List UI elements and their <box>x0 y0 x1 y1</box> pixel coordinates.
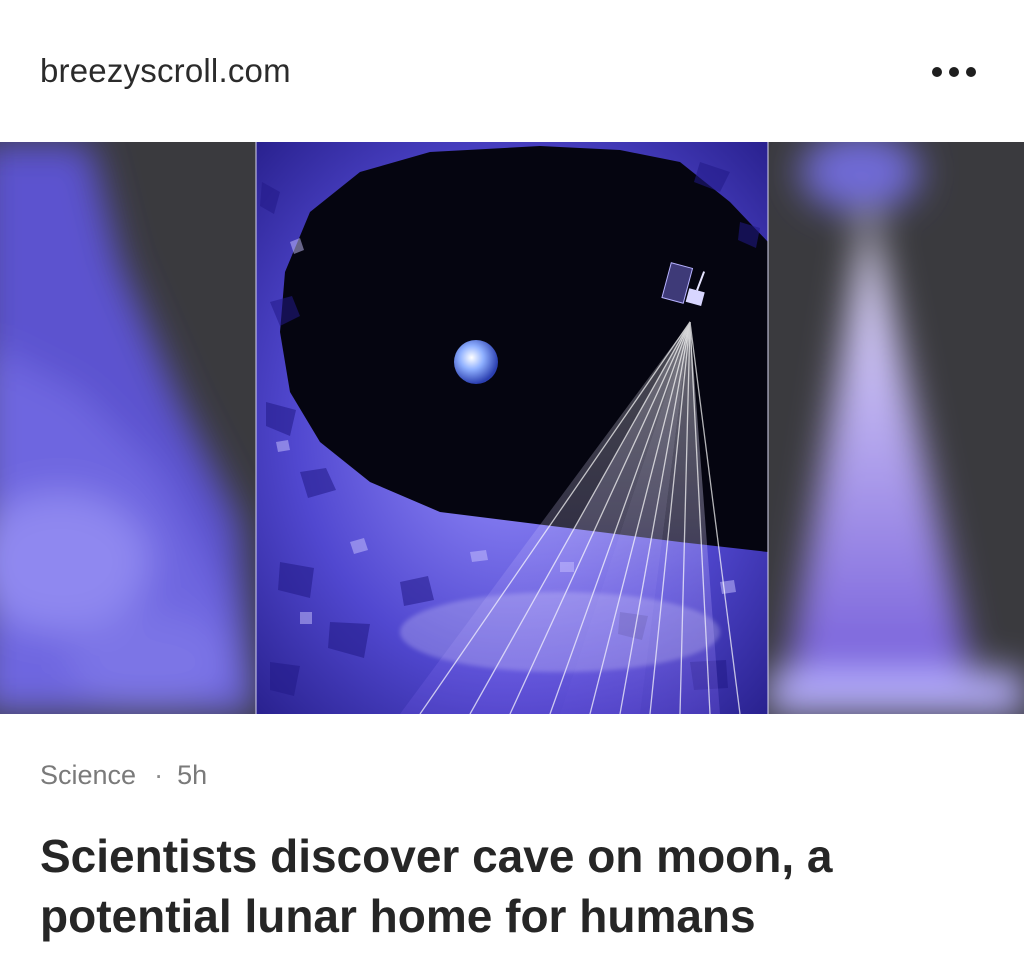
source-domain[interactable]: breezyscroll.com <box>40 52 291 90</box>
more-options-button[interactable] <box>922 52 986 92</box>
more-horizontal-icon <box>932 67 976 77</box>
article-age: 5h <box>177 760 208 790</box>
article-meta: Science · 5h <box>40 760 207 791</box>
news-card[interactable]: breezyscroll.com Science · 5h Scientists… <box>0 0 1024 973</box>
hero-image[interactable] <box>0 142 1024 714</box>
moon-cave-illustration <box>0 142 1024 714</box>
article-headline[interactable]: Scientists discover cave on moon, a pote… <box>40 826 990 946</box>
card-header: breezyscroll.com <box>0 0 1024 142</box>
category-label[interactable]: Science <box>40 760 136 791</box>
meta-separator: · <box>154 760 164 790</box>
